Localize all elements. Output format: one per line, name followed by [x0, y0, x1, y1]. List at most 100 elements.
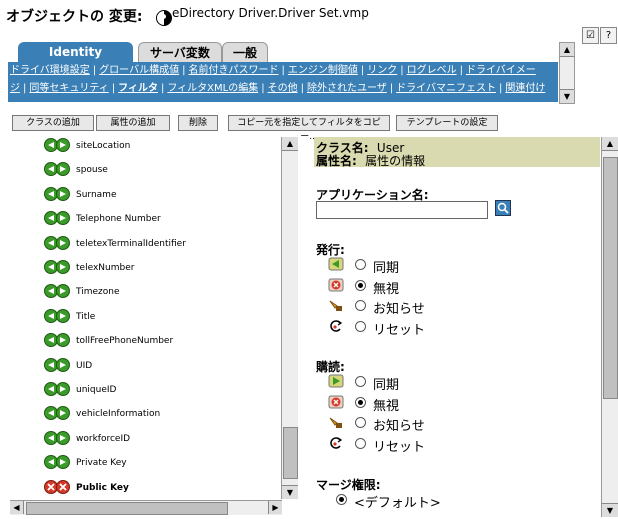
- attribute-row[interactable]: Public Key: [10, 479, 280, 499]
- attr-name-value: 属性の情報: [365, 154, 426, 168]
- sub-radio[interactable]: [355, 417, 366, 429]
- application-name-input[interactable]: [316, 201, 488, 219]
- tab-general[interactable]: 一般: [222, 42, 268, 63]
- copy-filter-button[interactable]: コピー元を指定してフィルタをコピー...: [228, 115, 390, 142]
- link-links[interactable]: リンク: [367, 65, 397, 76]
- sync-both-icon: [44, 308, 70, 323]
- scroll-up-icon[interactable]: ▲: [602, 137, 618, 151]
- attribute-row[interactable]: tollFreePhoneNumber: [10, 332, 280, 356]
- sync-both-icon: [44, 406, 70, 421]
- attribute-row[interactable]: workforceID: [10, 430, 280, 454]
- sync-both-icon: [44, 284, 70, 299]
- pub-option-label: 同期: [373, 261, 400, 276]
- attribute-row[interactable]: telexNumber: [10, 259, 280, 283]
- pub-radio[interactable]: [355, 321, 366, 333]
- scroll-right-icon[interactable]: ▶: [268, 501, 282, 514]
- scroll-up-icon[interactable]: ▲: [560, 43, 574, 57]
- scroll-up-icon[interactable]: ▲: [282, 137, 298, 151]
- attr-name-row: 属性名: 属性の情報: [316, 154, 426, 168]
- reset-icon: [328, 319, 344, 333]
- attribute-name: UID: [76, 360, 93, 371]
- attribute-row[interactable]: Title: [10, 308, 280, 332]
- page-title: オブジェクトの 変更:: [6, 9, 143, 25]
- ignore-icon: [328, 395, 344, 409]
- scroll-down-icon[interactable]: ▼: [282, 485, 298, 499]
- sub-option-label: 同期: [373, 378, 400, 393]
- sync-both-icon: [44, 357, 70, 372]
- scroll-down-icon[interactable]: ▼: [560, 89, 574, 103]
- attribute-name: workforceID: [76, 433, 131, 444]
- sub-option-label: お知らせ: [373, 419, 425, 435]
- merge-default-radio[interactable]: [336, 494, 347, 505]
- attribute-name: teletexTerminalIdentifier: [76, 238, 186, 249]
- link-bar-scrollbar[interactable]: ▲ ▼: [559, 42, 575, 104]
- attribute-row[interactable]: vehicleInformation: [10, 405, 280, 429]
- pub-option-label: リセット: [373, 323, 426, 339]
- sync-both-icon: [44, 211, 70, 226]
- attribute-row[interactable]: uniqueID: [10, 381, 280, 405]
- set-template-button[interactable]: テンプレートの設定: [396, 115, 498, 131]
- add-attribute-button[interactable]: 属性の追加: [96, 115, 170, 131]
- attribute-list-hscroll[interactable]: ◀ ▶: [10, 500, 282, 515]
- tab-server-variables[interactable]: サーバ変数: [138, 42, 222, 63]
- sync-both-icon: [44, 162, 70, 177]
- link-driver-manifest[interactable]: ドライバマニフェスト: [396, 83, 496, 94]
- sub-radio[interactable]: [355, 438, 366, 450]
- attribute-row[interactable]: spouse: [10, 161, 280, 185]
- link-driver-config[interactable]: ドライバ環境設定: [10, 65, 90, 76]
- link-engine-control[interactable]: エンジン制御値: [288, 65, 358, 76]
- attribute-name: uniqueID: [76, 385, 117, 395]
- sync-both-icon: [44, 186, 70, 201]
- tab-identity-manager[interactable]: Identity Manager: [18, 42, 133, 79]
- subscriber-label: 購読:: [316, 360, 345, 374]
- scroll-thumb[interactable]: [26, 502, 228, 515]
- sub-radio[interactable]: [355, 396, 366, 408]
- driver-link-bar: ドライバ環境設定 | グローバル構成値 | 名前付きパスワード | エンジン制御値 | リンク |…: [8, 62, 558, 102]
- scroll-down-icon[interactable]: ▼: [602, 503, 618, 517]
- link-misc[interactable]: その他: [268, 83, 298, 94]
- attribute-name: spouse: [76, 165, 108, 176]
- link-log-level[interactable]: ログレベル: [407, 65, 457, 76]
- pub-radio[interactable]: [355, 279, 366, 291]
- attribute-list: siteLocation spouse Surname Telephone Numbe…: [10, 137, 285, 499]
- link-filter[interactable]: フィルタ: [118, 83, 158, 94]
- attribute-row[interactable]: Surname: [10, 186, 280, 210]
- link-row-1: ドライバ環境設定 | グローバル構成値 | 名前付きパスワード | エンジン制御値 | リンク |…: [10, 65, 536, 76]
- attribute-row[interactable]: Telephone Number: [10, 210, 280, 234]
- scroll-thumb[interactable]: [603, 157, 618, 399]
- attribute-row[interactable]: Timezone: [10, 283, 280, 307]
- attribute-name: Telephone Number: [76, 214, 161, 225]
- link-driver-image-cont[interactable]: ジ: [10, 83, 20, 94]
- link-security-equivalence[interactable]: 同等セキュリティ: [29, 83, 108, 94]
- attribute-row[interactable]: UID: [10, 357, 280, 381]
- search-icon[interactable]: [495, 200, 511, 216]
- sync-both-icon: [44, 260, 70, 274]
- link-edit-filter-xml[interactable]: フィルタXMLの編集: [167, 83, 258, 94]
- attribute-name: telexNumber: [76, 263, 135, 273]
- attribute-row[interactable]: siteLocation: [10, 137, 280, 161]
- delete-button[interactable]: 削除: [178, 115, 218, 131]
- sub-option-label: リセット: [373, 440, 426, 456]
- sub-radio[interactable]: [355, 376, 366, 387]
- class-info-box: クラス名: User 属性名: 属性の情報: [314, 137, 600, 168]
- tasks-button[interactable]: ☑: [582, 27, 599, 44]
- help-button[interactable]: ?: [600, 27, 617, 44]
- link-named-passwords[interactable]: 名前付きパスワード: [188, 65, 278, 76]
- link-global-config[interactable]: グローバル構成値: [99, 65, 179, 76]
- pub-radio[interactable]: [355, 259, 366, 270]
- scroll-left-icon[interactable]: ◀: [10, 501, 24, 514]
- notify-icon: [328, 298, 344, 312]
- details-vscroll[interactable]: ▲ ▼: [601, 137, 618, 517]
- driver-name: eDirectory Driver.Driver Set.vmp: [172, 6, 369, 20]
- link-associations[interactable]: 関連付け: [505, 83, 545, 94]
- add-class-button[interactable]: クラスの追加: [12, 115, 94, 131]
- attribute-row[interactable]: Private Key: [10, 454, 280, 478]
- link-excluded-users[interactable]: 除外されたユーザ: [307, 83, 387, 94]
- link-driver-image[interactable]: ドライバイメー: [466, 65, 536, 76]
- attribute-name: Surname: [76, 189, 117, 200]
- attribute-row[interactable]: teletexTerminalIdentifier: [10, 235, 280, 259]
- scroll-thumb[interactable]: [283, 427, 298, 479]
- attribute-name: siteLocation: [76, 141, 131, 151]
- attribute-list-vscroll[interactable]: ▲ ▼: [281, 137, 298, 499]
- pub-radio[interactable]: [355, 300, 366, 312]
